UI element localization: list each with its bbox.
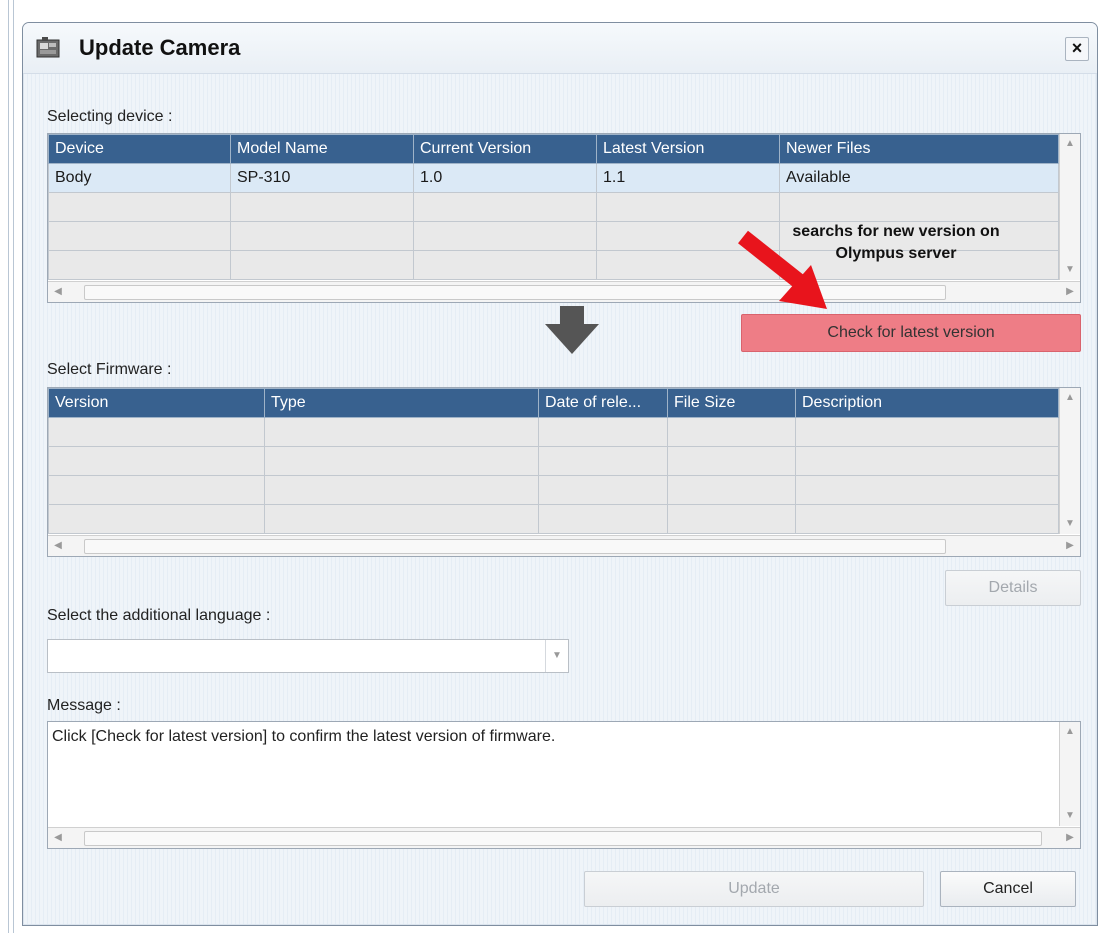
scroll-left-icon[interactable]: ◀ <box>48 282 68 302</box>
cell-newer-files: Available <box>779 163 1059 193</box>
camera-app-icon <box>36 37 60 58</box>
column-header-device[interactable]: Device <box>48 134 231 164</box>
update-camera-dialog: Update Camera × Selecting device : Devic… <box>22 22 1098 926</box>
language-select[interactable]: ▼ <box>47 639 569 673</box>
dialog-title: Update Camera <box>79 35 241 60</box>
empty-row <box>48 417 1059 447</box>
column-header-model-name[interactable]: Model Name <box>230 134 414 164</box>
scroll-left-icon[interactable]: ◀ <box>48 828 68 848</box>
close-icon[interactable]: × <box>1065 37 1089 61</box>
cell-latest-version: 1.1 <box>596 163 780 193</box>
details-button[interactable]: Details <box>945 570 1081 606</box>
empty-row <box>48 446 1059 476</box>
message-box[interactable]: Click [Check for latest version] to conf… <box>47 721 1081 849</box>
firmware-table: Version Type Date of rele... File Size D… <box>48 388 1059 534</box>
cell-current-version: 1.0 <box>413 163 597 193</box>
scroll-right-icon[interactable]: ▶ <box>1060 828 1080 848</box>
column-header-file-size[interactable]: File Size <box>667 388 796 418</box>
empty-row <box>48 192 1059 222</box>
update-button[interactable]: Update <box>584 871 924 907</box>
scroll-down-icon[interactable]: ▼ <box>1060 514 1080 534</box>
scroll-thumb[interactable] <box>84 831 1042 846</box>
cell-device: Body <box>48 163 231 193</box>
background-line <box>13 0 14 933</box>
scroll-right-icon[interactable]: ▶ <box>1060 282 1080 302</box>
selecting-device-label: Selecting device : <box>47 108 173 125</box>
firmware-grid[interactable]: Version Type Date of rele... File Size D… <box>47 387 1081 557</box>
column-header-version[interactable]: Version <box>48 388 265 418</box>
scroll-up-icon[interactable]: ▲ <box>1060 388 1080 408</box>
firmware-vertical-scrollbar[interactable]: ▲ ▼ <box>1059 388 1080 534</box>
background-line <box>8 0 9 933</box>
device-horizontal-scrollbar[interactable]: ◀ ▶ <box>48 281 1080 302</box>
down-arrow-icon <box>545 306 599 354</box>
device-header-row: Device Model Name Current Version Latest… <box>48 134 1059 164</box>
firmware-horizontal-scrollbar[interactable]: ◀ ▶ <box>48 535 1080 556</box>
scroll-down-icon[interactable]: ▼ <box>1060 806 1080 826</box>
column-header-latest-version[interactable]: Latest Version <box>596 134 780 164</box>
message-text: Click [Check for latest version] to conf… <box>52 728 556 745</box>
empty-row <box>48 475 1059 505</box>
column-header-date-of-release[interactable]: Date of rele... <box>538 388 668 418</box>
device-vertical-scrollbar[interactable]: ▲ ▼ <box>1059 134 1080 280</box>
message-label: Message : <box>47 697 121 714</box>
title-bar[interactable]: Update Camera × <box>23 23 1097 74</box>
scroll-down-icon[interactable]: ▼ <box>1060 260 1080 280</box>
additional-language-label: Select the additional language : <box>47 607 271 624</box>
column-header-newer-files[interactable]: Newer Files <box>779 134 1059 164</box>
scroll-up-icon[interactable]: ▲ <box>1060 134 1080 154</box>
cell-model-name: SP-310 <box>230 163 414 193</box>
message-horizontal-scrollbar[interactable]: ◀ ▶ <box>48 827 1080 848</box>
scroll-up-icon[interactable]: ▲ <box>1060 722 1080 742</box>
scroll-right-icon[interactable]: ▶ <box>1060 536 1080 556</box>
red-arrow-icon <box>738 230 827 309</box>
select-firmware-label: Select Firmware : <box>47 361 172 378</box>
table-row[interactable]: Body SP-310 1.0 1.1 Available <box>48 163 1059 193</box>
message-vertical-scrollbar[interactable]: ▲ ▼ <box>1059 722 1080 826</box>
chevron-down-icon[interactable]: ▼ <box>545 640 568 672</box>
column-header-current-version[interactable]: Current Version <box>413 134 597 164</box>
empty-row <box>48 504 1059 534</box>
firmware-header-row: Version Type Date of rele... File Size D… <box>48 388 1059 418</box>
check-latest-version-button[interactable]: Check for latest version <box>741 314 1081 352</box>
column-header-description[interactable]: Description <box>795 388 1059 418</box>
column-header-type[interactable]: Type <box>264 388 539 418</box>
scroll-left-icon[interactable]: ◀ <box>48 536 68 556</box>
scroll-thumb[interactable] <box>84 539 946 554</box>
device-grid[interactable]: Device Model Name Current Version Latest… <box>47 133 1081 303</box>
cancel-button[interactable]: Cancel <box>940 871 1076 907</box>
